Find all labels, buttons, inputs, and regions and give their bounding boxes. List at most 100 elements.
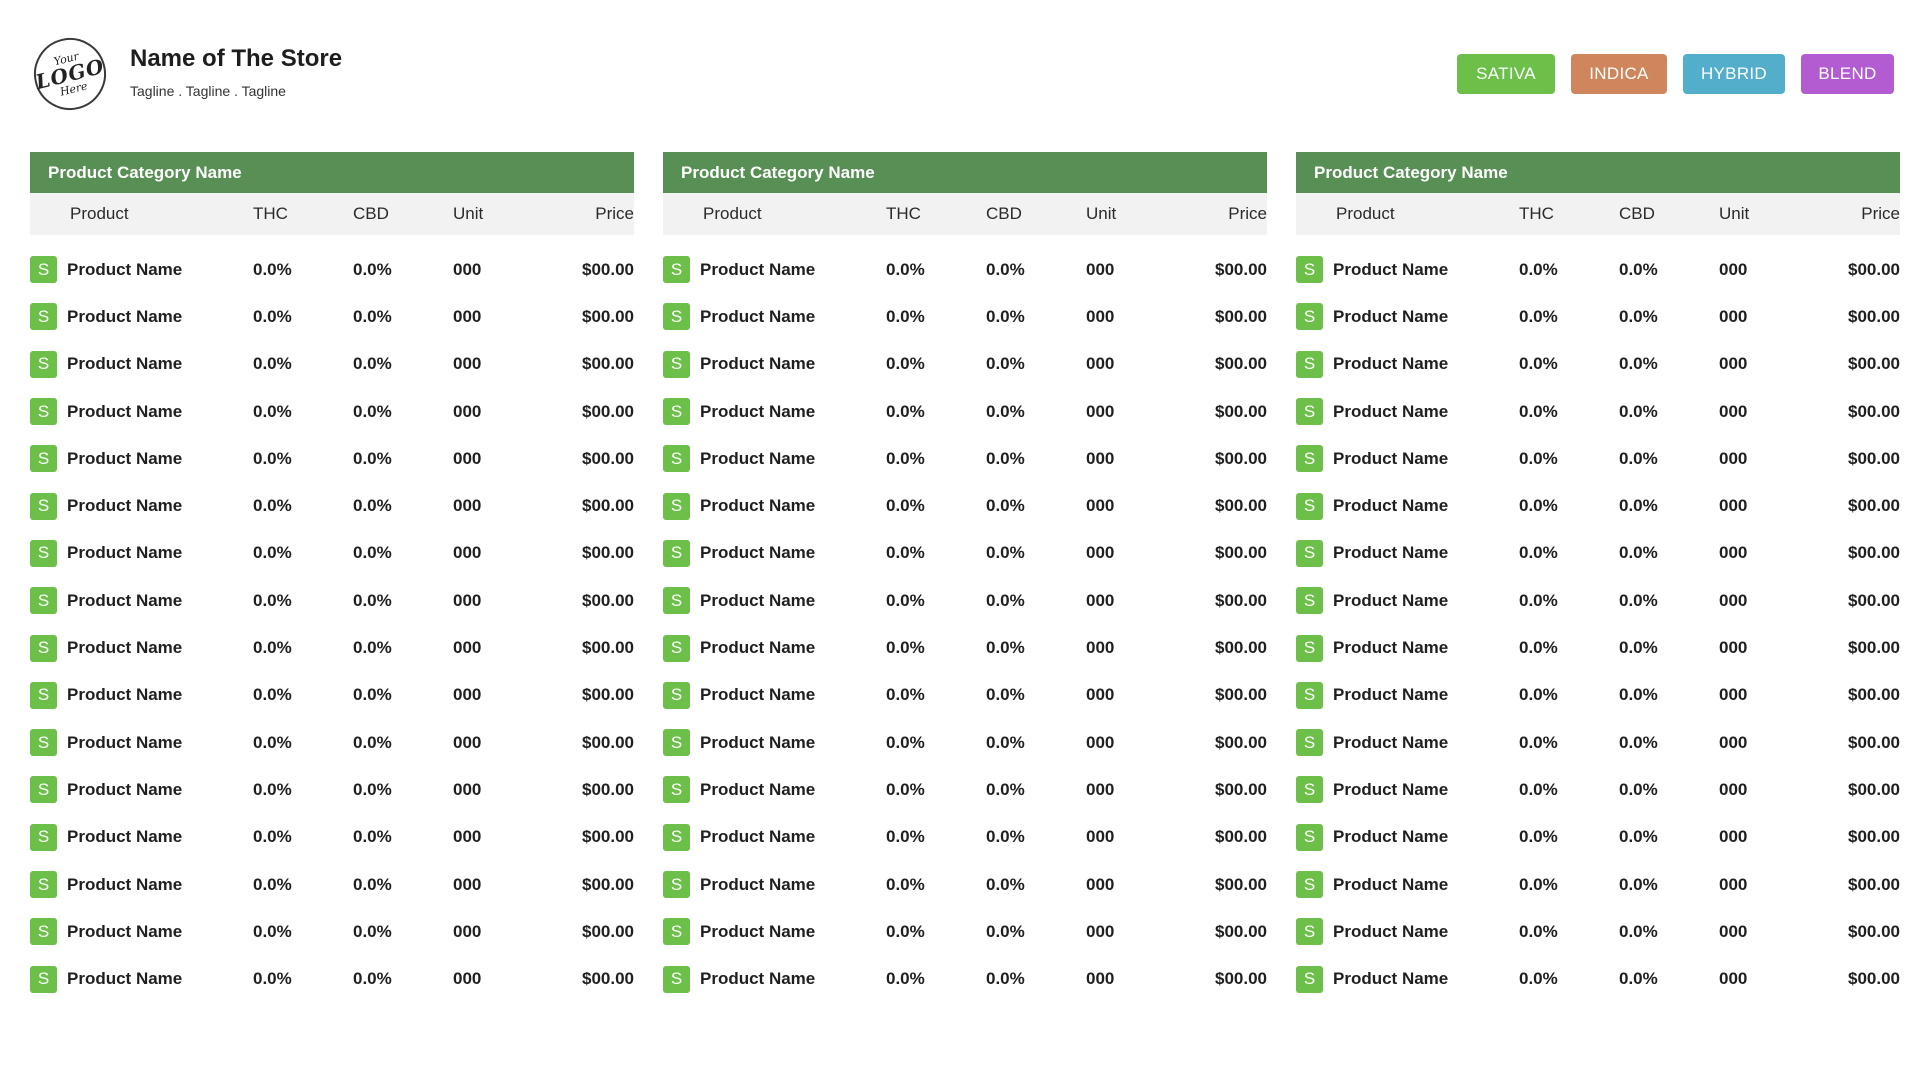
product-cell: S Product Name xyxy=(1296,492,1519,520)
product-row: S Product Name 0.0% 0.0% 000 $00.00 xyxy=(663,861,1267,908)
product-cell: S Product Name xyxy=(663,256,886,284)
column-header-product: Product xyxy=(1336,204,1395,223)
price-value: $00.00 xyxy=(1215,354,1267,374)
product-cell: S Product Name xyxy=(663,776,886,804)
unit-value: 000 xyxy=(453,921,482,941)
thc-value: 0.0% xyxy=(886,543,925,563)
legend-blend: BLEND xyxy=(1801,54,1894,94)
column-header-unit: Unit xyxy=(1086,204,1117,223)
unit-value: 000 xyxy=(1719,921,1748,941)
sativa-badge: S xyxy=(1296,776,1323,804)
product-name: Product Name xyxy=(700,969,816,989)
cbd-value: 0.0% xyxy=(353,496,392,516)
product-name: Product Name xyxy=(1333,354,1449,374)
product-name: Product Name xyxy=(67,685,183,705)
product-name: Product Name xyxy=(1333,921,1449,941)
thc-value: 0.0% xyxy=(253,590,292,610)
price-value: $00.00 xyxy=(582,590,634,610)
sativa-badge: S xyxy=(663,539,690,567)
price-value: $00.00 xyxy=(1848,259,1900,279)
price-value: $00.00 xyxy=(1848,590,1900,610)
sativa-badge: S xyxy=(30,350,57,378)
unit-value: 000 xyxy=(1086,496,1115,516)
product-cell: S Product Name xyxy=(30,634,253,662)
thc-value: 0.0% xyxy=(253,354,292,374)
product-row: S Product Name 0.0% 0.0% 000 $00.00 xyxy=(1296,955,1900,1002)
product-cell: S Product Name xyxy=(30,681,253,709)
cbd-value: 0.0% xyxy=(353,448,392,468)
thc-value: 0.0% xyxy=(253,874,292,894)
product-name: Product Name xyxy=(1333,259,1449,279)
product-row: S Product Name 0.0% 0.0% 000 $00.00 xyxy=(30,530,634,577)
product-row: S Product Name 0.0% 0.0% 000 $00.00 xyxy=(30,482,634,529)
unit-value: 000 xyxy=(1719,306,1748,326)
product-name: Product Name xyxy=(700,921,816,941)
product-cell: S Product Name xyxy=(30,729,253,757)
sativa-badge: S xyxy=(30,871,57,898)
price-value: $00.00 xyxy=(582,779,634,799)
product-name: Product Name xyxy=(1333,732,1449,752)
price-value: $00.00 xyxy=(582,401,634,421)
cbd-value: 0.0% xyxy=(1619,448,1658,468)
product-cell: S Product Name xyxy=(1296,776,1519,804)
price-value: $00.00 xyxy=(1848,306,1900,326)
product-name: Product Name xyxy=(700,354,816,374)
product-name: Product Name xyxy=(700,448,816,468)
cbd-value: 0.0% xyxy=(986,448,1025,468)
unit-value: 000 xyxy=(1719,590,1748,610)
cbd-value: 0.0% xyxy=(986,827,1025,847)
product-name: Product Name xyxy=(1333,401,1449,421)
cbd-value: 0.0% xyxy=(1619,638,1658,658)
sativa-badge: S xyxy=(30,965,57,993)
sativa-badge: S xyxy=(30,634,57,662)
price-value: $00.00 xyxy=(582,448,634,468)
price-value: $00.00 xyxy=(1848,921,1900,941)
price-value: $00.00 xyxy=(1215,779,1267,799)
product-name: Product Name xyxy=(1333,590,1449,610)
unit-value: 000 xyxy=(1086,732,1115,752)
price-value: $00.00 xyxy=(582,827,634,847)
column-header-cbd: CBD xyxy=(1619,204,1655,223)
cbd-value: 0.0% xyxy=(353,921,392,941)
price-value: $00.00 xyxy=(582,306,634,326)
product-row: S Product Name 0.0% 0.0% 000 $00.00 xyxy=(30,624,634,671)
price-value: $00.00 xyxy=(582,543,634,563)
product-row: S Product Name 0.0% 0.0% 000 $00.00 xyxy=(1296,672,1900,719)
cbd-value: 0.0% xyxy=(986,354,1025,374)
product-name: Product Name xyxy=(700,638,816,658)
thc-value: 0.0% xyxy=(886,827,925,847)
cbd-value: 0.0% xyxy=(353,779,392,799)
product-name: Product Name xyxy=(67,779,183,799)
product-name: Product Name xyxy=(67,590,183,610)
cbd-value: 0.0% xyxy=(986,685,1025,705)
product-row: S Product Name 0.0% 0.0% 000 $00.00 xyxy=(30,672,634,719)
cbd-value: 0.0% xyxy=(1619,685,1658,705)
price-value: $00.00 xyxy=(1215,874,1267,894)
thc-value: 0.0% xyxy=(253,401,292,421)
column-header-thc: THC xyxy=(253,204,288,223)
unit-value: 000 xyxy=(1086,921,1115,941)
product-cell: S Product Name xyxy=(1296,445,1519,473)
column-header-price: Price xyxy=(1861,204,1900,223)
sativa-badge: S xyxy=(1296,965,1323,993)
product-name: Product Name xyxy=(700,259,816,279)
sativa-badge: S xyxy=(1296,256,1323,284)
cbd-value: 0.0% xyxy=(353,401,392,421)
price-value: $00.00 xyxy=(1848,448,1900,468)
product-cell: S Product Name xyxy=(1296,303,1519,331)
cbd-value: 0.0% xyxy=(353,732,392,752)
sativa-badge: S xyxy=(663,823,690,851)
product-row: S Product Name 0.0% 0.0% 000 $00.00 xyxy=(663,293,1267,340)
product-cell: S Product Name xyxy=(30,965,253,993)
product-cell: S Product Name xyxy=(663,681,886,709)
unit-value: 000 xyxy=(453,306,482,326)
product-cell: S Product Name xyxy=(663,634,886,662)
product-name: Product Name xyxy=(1333,543,1449,563)
cbd-value: 0.0% xyxy=(986,401,1025,421)
unit-value: 000 xyxy=(1719,543,1748,563)
product-row: S Product Name 0.0% 0.0% 000 $00.00 xyxy=(1296,624,1900,671)
category-header: Product Category Name xyxy=(663,152,1267,193)
cbd-value: 0.0% xyxy=(1619,969,1658,989)
price-value: $00.00 xyxy=(1215,496,1267,516)
unit-value: 000 xyxy=(1719,732,1748,752)
